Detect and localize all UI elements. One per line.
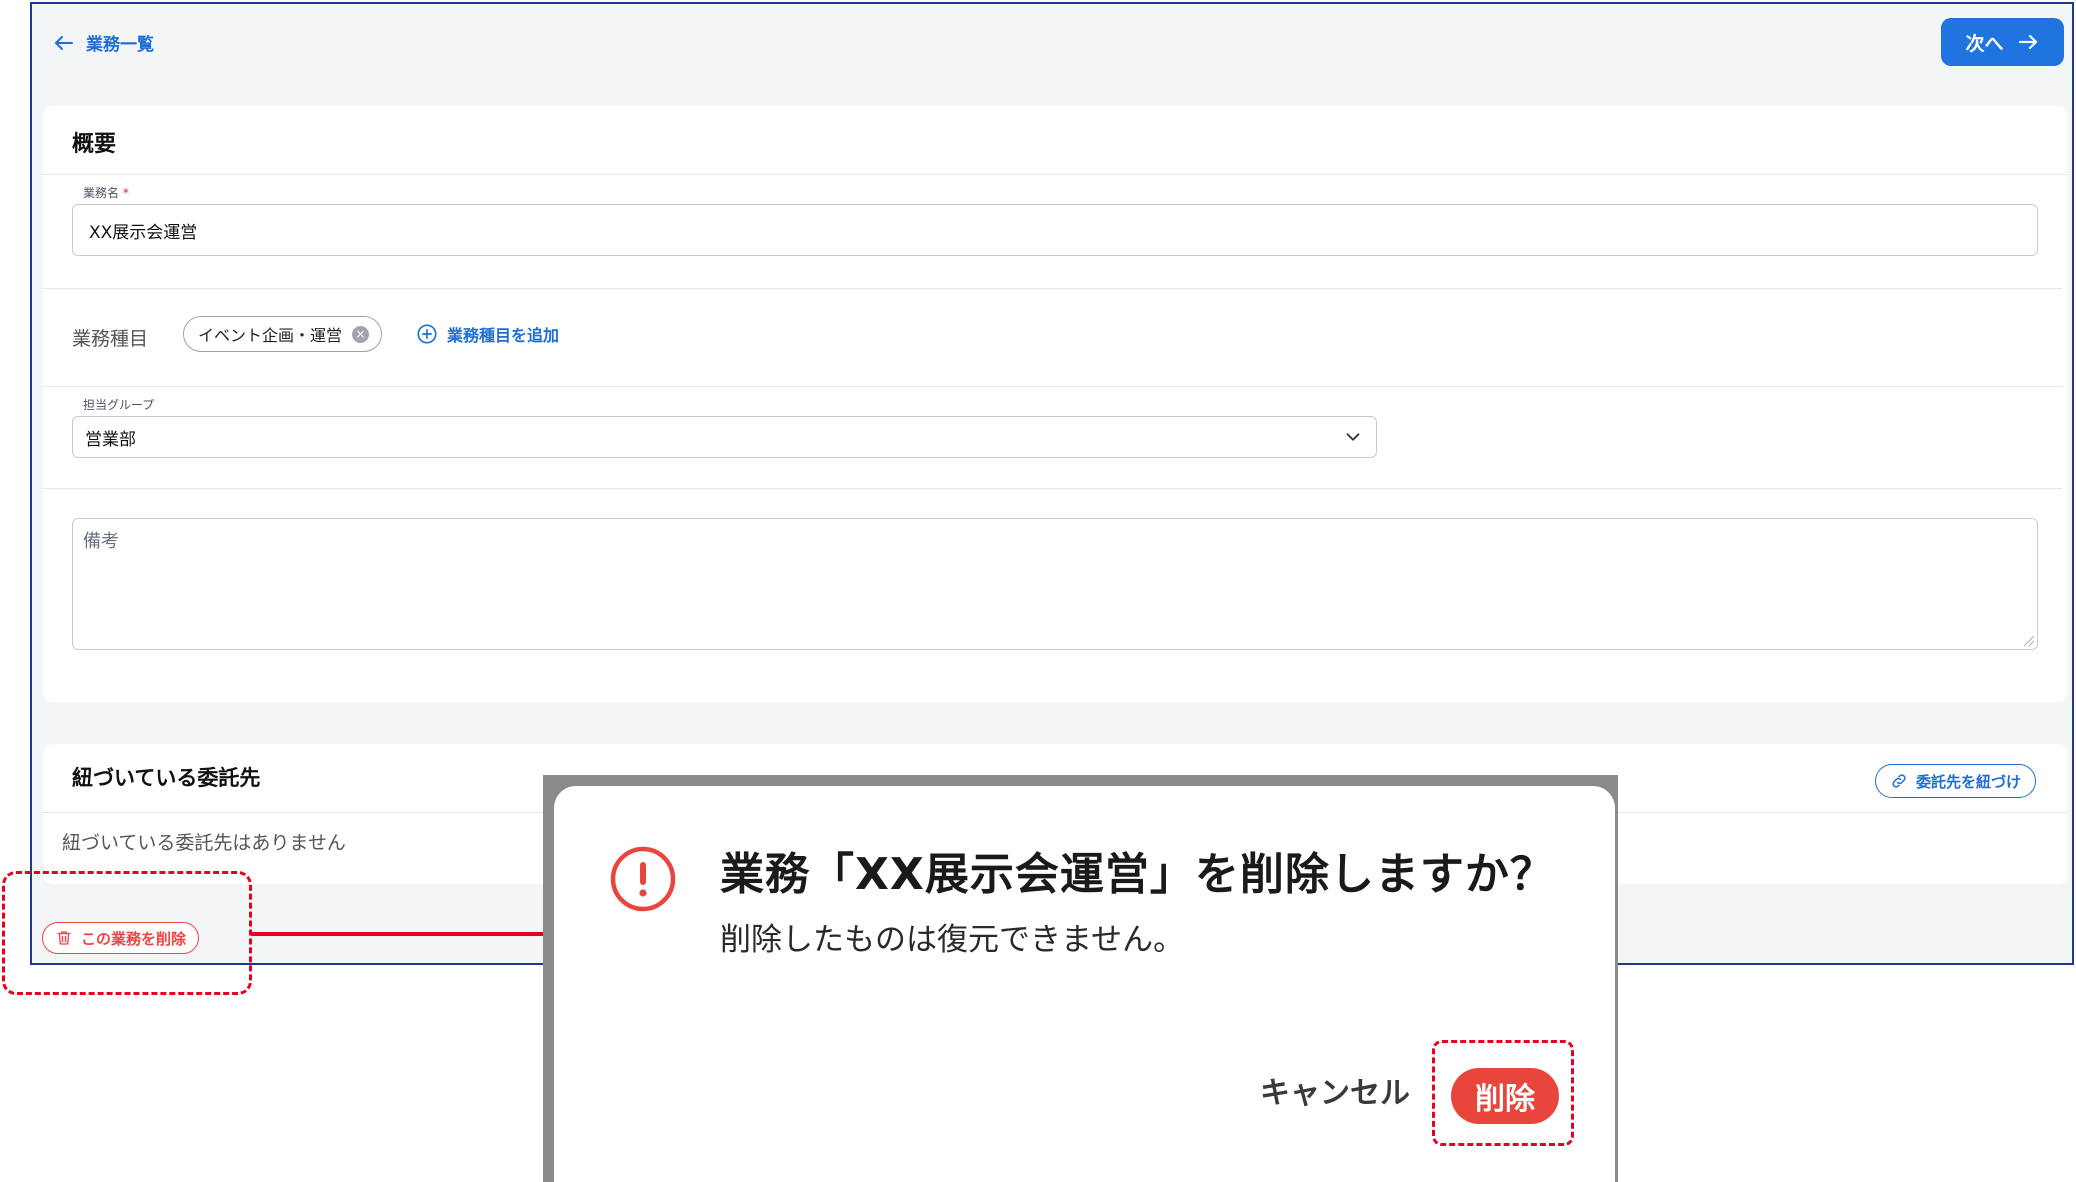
- task-name-input[interactable]: XX展示会運営: [72, 204, 2038, 256]
- linked-vendors-title: 紐づいている委託先: [72, 766, 261, 790]
- annotation-arrow-line: [251, 932, 581, 936]
- notes-placeholder: 備考: [83, 531, 119, 552]
- back-link-label: 業務一覧: [86, 35, 154, 55]
- task-name-label: 業務名 *: [83, 184, 129, 201]
- dialog-title: 業務「XX展示会運営」を削除しますか？: [720, 849, 1555, 900]
- required-mark: *: [122, 186, 129, 200]
- task-name-label-text: 業務名: [83, 186, 120, 200]
- annotation-highlight-delete-task: [2, 871, 252, 995]
- group-select[interactable]: 営業部: [72, 416, 1377, 458]
- add-category-label: 業務種目を追加: [447, 326, 560, 345]
- group-label: 担当グループ: [83, 398, 155, 412]
- arrow-left-icon: [55, 35, 73, 50]
- category-chip: イベント企画・運営 ×: [183, 316, 383, 352]
- exclamation-circle-icon: [610, 846, 676, 912]
- annotation-highlight-confirm-delete: [1432, 1040, 1574, 1146]
- notes-textarea[interactable]: 備考: [72, 518, 2038, 650]
- divider: [43, 288, 2062, 289]
- plus-circle-icon: [417, 324, 437, 344]
- category-chip-label: イベント企画・運営: [198, 326, 343, 345]
- next-button-label: 次へ: [1965, 33, 2004, 55]
- chevron-down-icon: [1346, 433, 1360, 441]
- next-button[interactable]: 次へ: [1941, 18, 2064, 66]
- task-name-value: XX展示会運営: [89, 222, 198, 243]
- add-category-button[interactable]: 業務種目を追加: [416, 322, 559, 346]
- overview-card: 概要 業務名 * XX展示会運営 業務種目 イベント企画・運営 × 業務種目を追…: [43, 106, 2068, 702]
- group-select-value: 営業部: [85, 429, 136, 450]
- vendors-empty-text: 紐づいている委託先はありません: [62, 832, 346, 854]
- category-label: 業務種目: [72, 328, 149, 350]
- divider: [43, 386, 2062, 387]
- cancel-button[interactable]: キャンセル: [1260, 1068, 1410, 1112]
- remove-chip-icon[interactable]: ×: [352, 325, 370, 343]
- divider: [43, 488, 2062, 489]
- back-to-task-list-link[interactable]: 業務一覧: [52, 30, 154, 55]
- resize-grip[interactable]: [2024, 636, 2034, 646]
- dialog-message: 削除したものは復元できません。: [720, 922, 1185, 958]
- arrow-right-icon: [2018, 34, 2037, 50]
- link-vendor-label: 委託先を紐づけ: [1915, 772, 2021, 791]
- overview-title: 概要: [72, 132, 117, 157]
- link-vendor-button[interactable]: 委託先を紐づけ: [1874, 764, 2036, 798]
- link-icon: [1892, 774, 1906, 788]
- divider: [43, 174, 2068, 175]
